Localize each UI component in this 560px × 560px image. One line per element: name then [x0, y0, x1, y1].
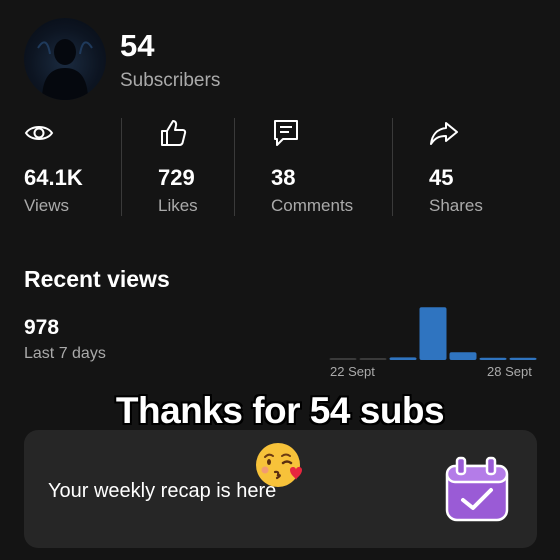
stat-shares[interactable]: 45 Shares	[429, 118, 483, 215]
avatar[interactable]	[24, 18, 106, 100]
chart-bar-22-sept[interactable]	[329, 358, 357, 360]
chart-bar-28-sept[interactable]	[509, 357, 537, 360]
comment-icon	[274, 120, 298, 146]
recent-views-value: 978	[24, 316, 60, 339]
chart-tick-start: 22 Sept	[330, 364, 375, 379]
stat-divider	[121, 118, 122, 216]
stat-comments-label: Comments	[271, 196, 354, 215]
chart-bar-23-sept[interactable]	[359, 358, 387, 360]
recent-views-title: Recent views	[24, 266, 170, 292]
chart-bar-24-sept[interactable]	[389, 357, 417, 360]
stat-shares-value: 45	[429, 165, 454, 190]
calendar-check-icon	[445, 456, 509, 522]
stat-views-value: 64.1K	[24, 165, 83, 190]
subscriber-label: Subscribers	[120, 70, 221, 91]
avatar-silhouette	[37, 39, 93, 100]
stat-views[interactable]: 64.1K Views	[24, 118, 83, 215]
eye-icon	[24, 126, 54, 140]
kiss-face-emoji-icon	[256, 443, 302, 487]
stat-shares-label: Shares	[429, 196, 483, 215]
stat-comments[interactable]: 38 Comments	[271, 118, 353, 215]
chart-tick-end: 28 Sept	[487, 364, 532, 379]
stat-divider	[234, 118, 235, 216]
stat-likes-value: 729	[158, 165, 195, 190]
weekly-recap-text: Your weekly recap is here	[48, 480, 277, 502]
thumbs-up-icon	[161, 120, 187, 146]
chart-bar-27-sept[interactable]	[479, 357, 507, 360]
stat-likes[interactable]: 729 Likes	[158, 118, 198, 215]
recent-views-period: Last 7 days	[24, 345, 106, 362]
share-icon	[430, 122, 458, 145]
stat-comments-value: 38	[271, 165, 296, 190]
chart-bar-25-sept[interactable]	[419, 307, 447, 360]
stat-likes-label: Likes	[158, 196, 198, 215]
stat-views-label: Views	[24, 196, 70, 215]
subscriber-count: 54	[120, 28, 155, 63]
chart-bar-26-sept[interactable]	[449, 352, 477, 360]
thanks-caption: Thanks for 54 subs	[115, 389, 446, 432]
stat-divider	[392, 118, 393, 216]
